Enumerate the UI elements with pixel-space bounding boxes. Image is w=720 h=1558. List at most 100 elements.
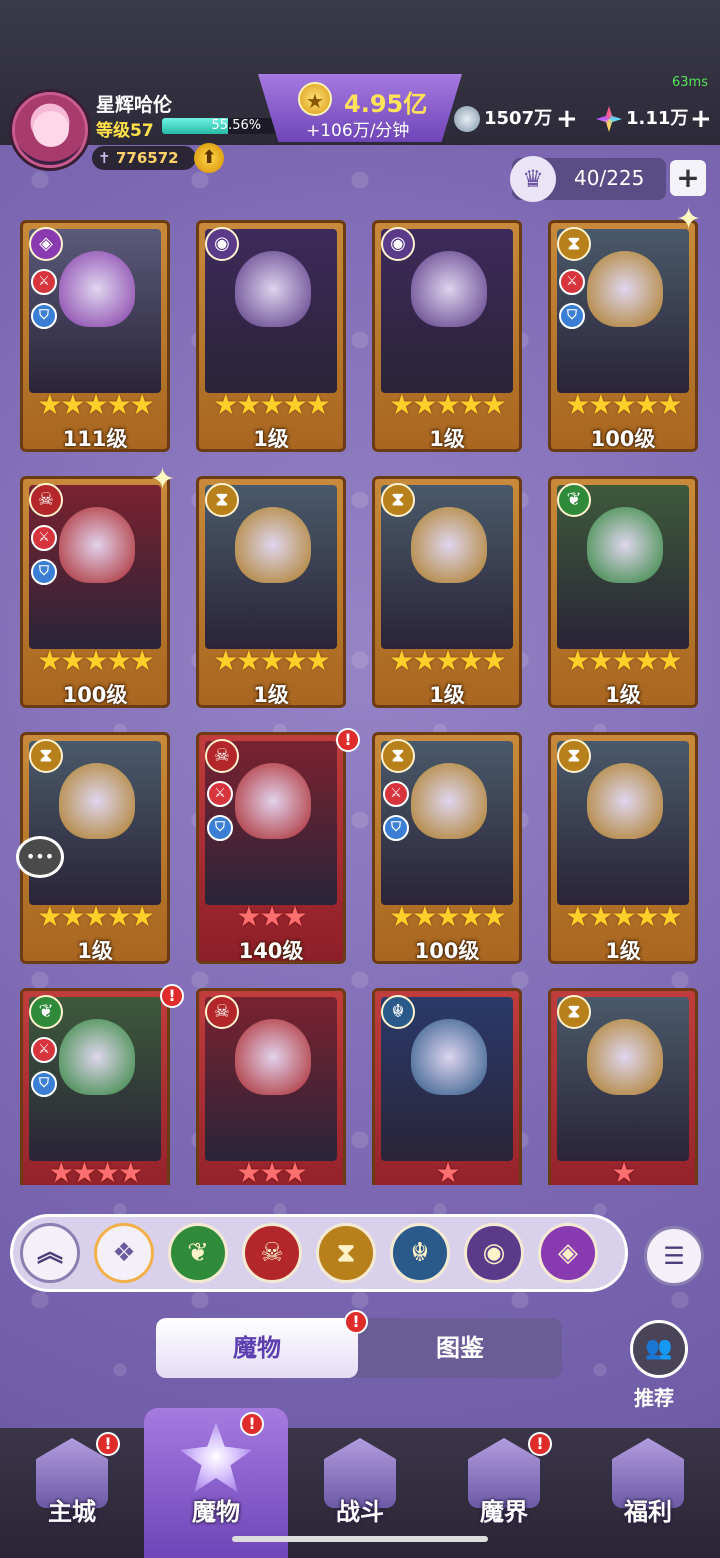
nav-label: 福利	[624, 1498, 672, 1526]
monster-level: 100级	[590, 427, 656, 451]
monster-card[interactable]: ⧗ ⚔ ⛉ ★★★★★ 100级	[372, 732, 522, 964]
monster-face	[587, 507, 663, 583]
monster-face	[235, 1019, 311, 1095]
monster-card[interactable]: ❦ ⚔ ⛉ ★★★★	[20, 988, 170, 1185]
star-rating: ★★★	[236, 1156, 307, 1186]
monster-level: 111级	[62, 427, 128, 451]
defense-role-icon: ⛉	[559, 303, 585, 329]
filter-earth[interactable]: ❦	[168, 1223, 228, 1283]
sand-element-icon: ⧗	[557, 227, 591, 261]
star-rating: ★★★★	[48, 1156, 143, 1186]
monster-card[interactable]: ⧗ ★	[548, 988, 698, 1185]
monster-level: 1级	[253, 683, 289, 707]
monster-card[interactable]: ⧗ ★★★★★ 1级	[548, 732, 698, 964]
defense-role-icon: ⛉	[31, 303, 57, 329]
nav-item-0[interactable]: 主城!	[0, 1428, 144, 1558]
sand-element-icon: ⧗	[205, 483, 239, 517]
star-rating: ★★★★★	[37, 900, 155, 933]
fire-element-icon: ☠	[29, 483, 63, 517]
star-rating: ★★★★★	[389, 644, 507, 677]
monster-card[interactable]: ◈ ⚔ ⛉ ★★★★★ 111级	[20, 220, 170, 452]
monster-card[interactable]: ☠ ⚔ ⛉ ★★★ 140级	[196, 732, 346, 964]
collapse-filter-button[interactable]: ︽	[20, 1223, 80, 1283]
monster-face	[411, 1019, 487, 1095]
sort-button[interactable]: ☰	[644, 1226, 704, 1286]
star-rating: ★★★★★	[213, 388, 331, 421]
light-element-icon: ◈	[29, 227, 63, 261]
chat-icon[interactable]: •••	[16, 836, 64, 878]
monster-level: 1级	[253, 427, 289, 451]
nav-alert-badge: !	[96, 1432, 120, 1456]
star-rating: ★★★	[236, 900, 307, 933]
monster-face	[587, 251, 663, 327]
attack-role-icon: ⚔	[383, 781, 409, 807]
filter-all[interactable]: ❖	[94, 1223, 154, 1283]
monster-face	[59, 251, 135, 327]
filter-light[interactable]: ◈	[538, 1223, 598, 1283]
monster-level: 100级	[62, 683, 128, 707]
monster-card[interactable]: ☠ ★★★	[196, 988, 346, 1185]
recommend-label: 推荐	[634, 1386, 674, 1410]
sparkle-icon: ✦	[676, 202, 702, 237]
monster-face	[59, 763, 135, 839]
monster-face	[59, 1019, 135, 1095]
star-rating: ★★★★★	[565, 900, 683, 933]
monster-level: 1级	[605, 683, 641, 707]
monster-face	[411, 763, 487, 839]
filter-sand[interactable]: ⧗	[316, 1223, 376, 1283]
monster-card[interactable]: ❦ ★★★★★ 1级	[548, 476, 698, 708]
attack-role-icon: ⚔	[207, 781, 233, 807]
dark-element-icon: ◉	[205, 227, 239, 261]
nav-label: 主城	[48, 1498, 96, 1526]
monster-card[interactable]: ⧗ ⚔ ⛉ ★★★★★ 100级	[548, 220, 698, 452]
star-rating: ★★★★★	[389, 900, 507, 933]
monster-face	[411, 251, 487, 327]
monster-face	[235, 507, 311, 583]
monster-level: 1级	[605, 939, 641, 963]
monster-grid: ◈ ⚔ ⛉ ★★★★★ 111级 ◉ ★★★★★ 1级 ◉ ★★★★★ 1级 ⧗ ⚔ ⛉ ★★★★★ 100级…	[0, 0, 720, 1185]
sand-element-icon: ⧗	[557, 739, 591, 773]
recommend-button[interactable]: 👥	[630, 1320, 688, 1378]
monster-card[interactable]: ◉ ★★★★★ 1级	[196, 220, 346, 452]
filter-fire[interactable]: ☠	[242, 1223, 302, 1283]
attack-role-icon: ⚔	[559, 269, 585, 295]
star-rating: ★★★★★	[213, 644, 331, 677]
tab-codex[interactable]: 图鉴	[358, 1318, 562, 1378]
monster-face	[587, 1019, 663, 1095]
nav-label: 魔物	[192, 1498, 240, 1526]
home-indicator	[232, 1536, 488, 1542]
attack-role-icon: ⚔	[31, 1037, 57, 1063]
sand-element-icon: ⧗	[557, 995, 591, 1029]
earth-element-icon: ❦	[557, 483, 591, 517]
monster-level: 1级	[429, 427, 465, 451]
new-alert-badge: !	[336, 728, 360, 752]
monster-level: 1级	[429, 683, 465, 707]
defense-role-icon: ⛉	[383, 815, 409, 841]
monster-face	[411, 507, 487, 583]
sand-element-icon: ⧗	[29, 739, 63, 773]
nav-alert-badge: !	[528, 1432, 552, 1456]
star-rating: ★★★★★	[565, 388, 683, 421]
monster-card[interactable]: ☬ ★	[372, 988, 522, 1185]
star-rating: ★★★★★	[37, 388, 155, 421]
filter-water[interactable]: ☬	[390, 1223, 450, 1283]
star-rating: ★★★★★	[565, 644, 683, 677]
monster-card[interactable]: ⧗ ★★★★★ 1级	[372, 476, 522, 708]
monster-level: 140级	[238, 939, 304, 963]
dark-element-icon: ◉	[381, 227, 415, 261]
monster-level: 100级	[414, 939, 480, 963]
monster-card[interactable]: ◉ ★★★★★ 1级	[372, 220, 522, 452]
monster-card[interactable]: ⧗ ★★★★★ 1级	[196, 476, 346, 708]
monster-face	[235, 763, 311, 839]
defense-role-icon: ⛉	[31, 559, 57, 585]
sand-element-icon: ⧗	[381, 483, 415, 517]
monster-card[interactable]: ☠ ⚔ ⛉ ★★★★★ 100级	[20, 476, 170, 708]
nav-item-4[interactable]: 福利	[576, 1428, 720, 1558]
tab-monster[interactable]: 魔物	[156, 1318, 358, 1378]
attack-role-icon: ⚔	[31, 269, 57, 295]
star-rating: ★	[611, 1156, 636, 1186]
star-rating: ★★★★★	[37, 644, 155, 677]
nav-alert-badge: !	[240, 1412, 264, 1436]
filter-dark[interactable]: ◉	[464, 1223, 524, 1283]
monster-level: 1级	[77, 939, 113, 963]
